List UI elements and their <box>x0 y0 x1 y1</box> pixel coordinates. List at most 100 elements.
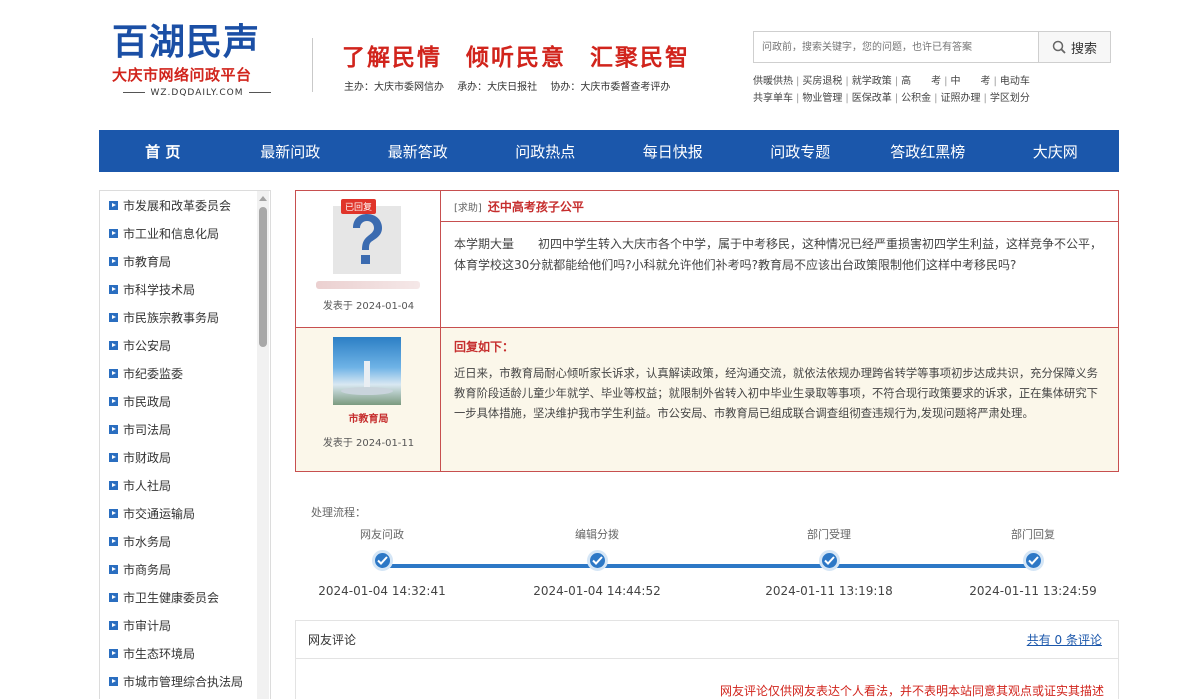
header-divider <box>312 38 313 92</box>
sidebar-item-department[interactable]: 市公安局 <box>100 331 258 359</box>
hot-tag[interactable]: 公积金 <box>901 93 931 104</box>
bullet-arrow-icon <box>109 648 118 658</box>
hot-tags-row-2: 共享单车 | 物业管理 | 医保改革 | 公积金 | 证照办理 | 学区划分 <box>753 93 1030 104</box>
sidebar-item-department[interactable]: 市城市管理综合执法局 <box>100 667 258 695</box>
sidebar-item-department[interactable]: 市审计局 <box>100 611 258 639</box>
sidebar-item-department[interactable]: 市工业和信息化局 <box>100 219 258 247</box>
step-name: 部门受理 <box>807 528 851 541</box>
bullet-arrow-icon <box>109 312 118 322</box>
step-time: 2024-01-04 14:44:52 <box>533 584 661 598</box>
sidebar-item-department[interactable]: 市财政局 <box>100 443 258 471</box>
sidebar-item-label: 市民族宗教事务局 <box>123 310 220 325</box>
scroll-up-icon[interactable] <box>259 196 267 201</box>
step-time: 2024-01-11 13:19:18 <box>765 584 893 598</box>
asker-avatar[interactable] <box>333 206 401 274</box>
sidebar-item-department[interactable]: 市发展和改革委员会 <box>100 191 258 219</box>
sidebar-item-label: 市民政局 <box>123 394 172 409</box>
nav-item-hot-topics[interactable]: 问政热点 <box>482 130 610 172</box>
sidebar-item-label: 市交通运输局 <box>123 506 196 521</box>
slogan: 了解民情 倾听民意 汇聚民智 <box>342 38 704 72</box>
nav-item-daily-news[interactable]: 每日快报 <box>609 130 737 172</box>
sidebar-item-department[interactable]: 市交通运输局 <box>100 499 258 527</box>
nav-item-latest-questions[interactable]: 最新问政 <box>227 130 355 172</box>
bullet-arrow-icon <box>109 452 118 462</box>
question-date: 发表于 2024-01-04 <box>322 301 415 312</box>
search-box: 搜索 <box>753 31 1111 63</box>
logo-url-text: WZ.DQDAILY.COM <box>112 88 282 98</box>
hot-tag[interactable]: 就学政策 <box>852 76 892 87</box>
sidebar-scrollbar[interactable] <box>257 191 269 699</box>
sidebar-item-label: 市人社局 <box>123 478 172 493</box>
bullet-arrow-icon <box>109 200 118 210</box>
nav-item-home[interactable]: 首 页 <box>99 130 227 172</box>
hot-tag[interactable]: 高 考 <box>901 76 941 87</box>
sidebar-item-department[interactable]: 市卫生健康委员会 <box>100 583 258 611</box>
hot-tag[interactable]: 证照办理 <box>941 93 981 104</box>
sidebar-item-department[interactable]: 市司法局 <box>100 415 258 443</box>
question-mark-icon <box>353 214 382 264</box>
sidebar-item-label: 市水务局 <box>123 534 172 549</box>
process-step: 编辑分拨 2024-01-04 14:44:52 <box>517 526 677 598</box>
sidebar-item-label: 市司法局 <box>123 422 172 437</box>
bullet-arrow-icon <box>109 536 118 546</box>
reply-date: 发表于 2024-01-11 <box>322 438 415 449</box>
hot-tag[interactable]: 供暖供热 <box>753 76 793 87</box>
sidebar-item-label: 市工业和信息化局 <box>123 226 220 241</box>
search-button-label: 搜索 <box>1070 41 1097 57</box>
hot-tags-row-1: 供暖供热 | 买房退税 | 就学政策 | 高 考 | 中 考 | 电动车 <box>753 76 1030 87</box>
checkmark-icon <box>818 550 840 571</box>
sidebar-item-department[interactable]: 市教育局 <box>100 247 258 275</box>
department-list: 市发展和改革委员会 市工业和信息化局 市教育局 市科学技术局 市民族宗教事务局 市公安局市… <box>100 191 258 695</box>
sidebar-item-department[interactable]: 市生态环境局 <box>100 639 258 667</box>
question-card: 已回复 发表于 2024-01-04 [求助] 还中高考孩子公平 本学期大量 初… <box>295 190 1119 472</box>
nav-item-ranking[interactable]: 答政红黑榜 <box>864 130 992 172</box>
sidebar-item-label: 市审计局 <box>123 618 172 633</box>
checkmark-icon <box>1022 550 1044 571</box>
process-step: 部门回复 2024-01-11 13:24:59 <box>953 526 1113 598</box>
checkmark-icon <box>371 550 393 571</box>
search-button[interactable]: 搜索 <box>1038 32 1110 62</box>
logo-main-text: 百湖民声 <box>112 21 261 63</box>
hot-tag[interactable]: 中 考 <box>951 76 991 87</box>
bullet-arrow-icon <box>109 284 118 294</box>
scroll-thumb[interactable] <box>259 207 267 347</box>
step-time: 2024-01-11 13:24:59 <box>969 584 1097 598</box>
sidebar-item-label: 市财政局 <box>123 450 172 465</box>
step-name: 部门回复 <box>1011 528 1055 541</box>
nav-item-daqing-net[interactable]: 大庆网 <box>992 130 1120 172</box>
sidebar-item-department[interactable]: 市科学技术局 <box>100 275 258 303</box>
hot-tag[interactable]: 医保改革 <box>852 93 892 104</box>
page: 百湖民声 大庆市网络问政平台 WZ.DQDAILY.COM 了解民情 倾听民意 … <box>0 0 1200 699</box>
bullet-arrow-icon <box>109 340 118 350</box>
main-nav: 首 页 最新问政 最新答政 问政热点 每日快报 问政专题 答政红黑榜 大庆网 <box>99 130 1119 172</box>
sidebar-item-department[interactable]: 市民政局 <box>100 387 258 415</box>
hot-tag[interactable]: 电动车 <box>1000 76 1030 87</box>
question-title: 还中高考孩子公平 <box>487 199 584 214</box>
process-track <box>382 564 1033 568</box>
sidebar-item-department[interactable]: 市纪委监委 <box>100 359 258 387</box>
sidebar-item-label: 市卫生健康委员会 <box>123 590 220 605</box>
nav-item-latest-answers[interactable]: 最新答政 <box>354 130 482 172</box>
nav-item-special-topics[interactable]: 问政专题 <box>737 130 865 172</box>
comments-count-link[interactable]: 共有 0 条评论 <box>1027 631 1102 648</box>
bullet-arrow-icon <box>109 508 118 518</box>
checkmark-icon <box>586 550 608 571</box>
department-photo[interactable] <box>333 337 401 405</box>
responder-name[interactable]: 市教育局 <box>296 410 441 425</box>
step-time: 2024-01-04 14:32:41 <box>318 584 446 598</box>
sidebar-item-label: 市发展和改革委员会 <box>123 198 232 213</box>
sidebar-item-department[interactable]: 市人社局 <box>100 471 258 499</box>
logo-sub-text: 大庆市网络问政平台 <box>112 66 252 84</box>
hot-tag[interactable]: 物业管理 <box>802 93 842 104</box>
hot-tag[interactable]: 学区划分 <box>990 93 1030 104</box>
sidebar-item-department[interactable]: 市民族宗教事务局 <box>100 303 258 331</box>
hot-tag[interactable]: 共享单车 <box>753 93 793 104</box>
hot-tag[interactable]: 买房退税 <box>802 76 842 87</box>
sponsor-co-organizer: 协办：大庆市委督查考评办 <box>550 82 671 93</box>
search-input[interactable] <box>754 32 1038 62</box>
bullet-arrow-icon <box>109 368 118 378</box>
site-logo[interactable]: 百湖民声 大庆市网络问政平台 WZ.DQDAILY.COM <box>112 22 282 98</box>
process-timeline: 处理流程： 网友问政 2024-01-04 14:32:41 编辑分拨 2024-01… <box>295 490 1119 610</box>
sidebar-item-department[interactable]: 市商务局 <box>100 555 258 583</box>
sidebar-item-department[interactable]: 市水务局 <box>100 527 258 555</box>
